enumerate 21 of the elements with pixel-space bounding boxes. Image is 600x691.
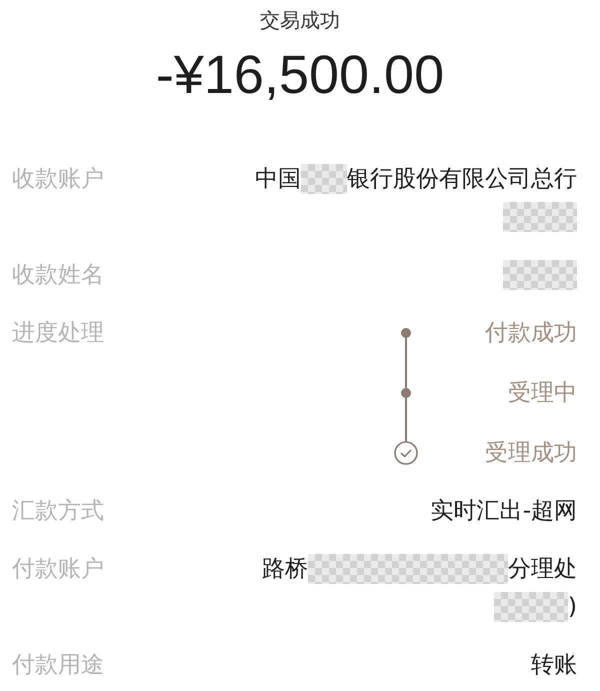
field-label: 收款账户 (12, 165, 104, 194)
field-value: 银行股份有限公司总行 (347, 165, 577, 194)
field-value: 转账 (531, 651, 577, 680)
field-label: 进度处理 (12, 319, 104, 348)
field-label: 付款账户 (12, 555, 104, 584)
field-value: 实时汇出-超网 (430, 497, 577, 526)
field-value: 分理处 (508, 555, 577, 584)
field-value: 中国 (255, 165, 301, 194)
progress-step-label: 受理成功 (484, 439, 577, 468)
status-title: 交易成功 (260, 7, 340, 34)
field-value: ) (568, 593, 577, 622)
field-label: 收款姓名 (12, 261, 104, 290)
progress-step-label: 付款成功 (484, 319, 577, 348)
field-value: 路桥 (262, 555, 308, 584)
progress-step-label: 受理中 (507, 379, 577, 408)
blurred-block (301, 164, 347, 194)
amount-text: -¥16,500.00 (156, 45, 444, 105)
field-label: 付款用途 (12, 651, 104, 680)
field-label: 汇款方式 (12, 497, 104, 526)
timeline-line (405, 398, 407, 442)
timeline-line (405, 338, 407, 388)
